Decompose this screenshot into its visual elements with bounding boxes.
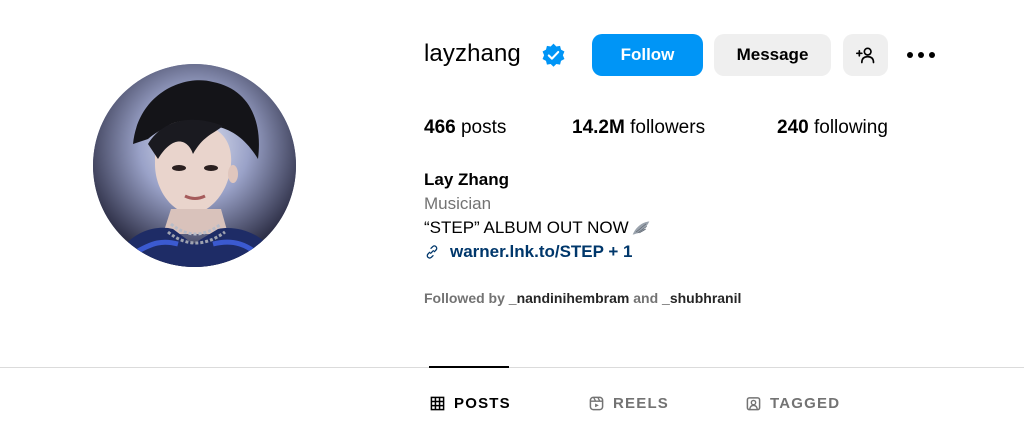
followed-by-user-2[interactable]: _shubhranil [662, 290, 741, 306]
posts-count: 466 [424, 117, 456, 138]
reels-icon [589, 396, 604, 411]
following-stat[interactable]: 240 following [777, 117, 888, 139]
profile-category: Musician [424, 194, 492, 213]
profile-avatar[interactable] [93, 64, 296, 267]
tab-reels-label: REELS [613, 395, 670, 412]
posts-label: posts [460, 117, 507, 138]
followed-by-and: and [633, 290, 659, 306]
profile-bio: “STEP” ALBUM OUT NOW [424, 218, 651, 238]
tab-posts[interactable]: POSTS [430, 395, 511, 412]
active-tab-indicator [429, 366, 509, 368]
followers-label: followers [630, 117, 706, 138]
followed-by-user-1[interactable]: _nandinihembram [509, 290, 630, 306]
tab-posts-label: POSTS [454, 395, 511, 412]
add-user-icon [855, 47, 874, 64]
following-count: 240 [777, 117, 809, 138]
following-label: following [813, 117, 888, 138]
tagged-icon [746, 397, 761, 411]
verified-badge-icon [542, 43, 565, 67]
avatar-photo [93, 64, 296, 267]
bio-text: “STEP” ALBUM OUT NOW [424, 218, 629, 237]
more-options-icon [907, 52, 935, 58]
tabs-divider [0, 367, 1024, 368]
wing-emoji-icon [632, 221, 649, 235]
followers-count: 14.2M [572, 117, 625, 138]
tab-reels[interactable]: REELS [589, 395, 669, 412]
tab-tagged[interactable]: TAGGED [746, 395, 840, 412]
suggested-users-button[interactable] [843, 34, 888, 76]
profile-username: layzhang [424, 40, 521, 67]
followed-by[interactable]: Followed by _nandinihembram and _shubhra… [424, 290, 741, 306]
more-options-button[interactable] [900, 34, 942, 76]
grid-icon [430, 396, 445, 411]
profile-link-text[interactable]: warner.lnk.to/STEP + 1 [450, 242, 633, 262]
followed-by-prefix: Followed by [424, 290, 505, 306]
profile-full-name: Lay Zhang [424, 170, 510, 189]
link-icon [426, 245, 438, 259]
followers-stat[interactable]: 14.2M followers [572, 117, 705, 139]
tab-tagged-label: TAGGED [770, 395, 841, 412]
follow-button[interactable]: Follow [592, 34, 703, 76]
profile-link[interactable]: warner.lnk.to/STEP + 1 [424, 242, 633, 262]
message-button[interactable]: Message [714, 34, 831, 76]
posts-count-stat: 466 posts [424, 117, 506, 139]
